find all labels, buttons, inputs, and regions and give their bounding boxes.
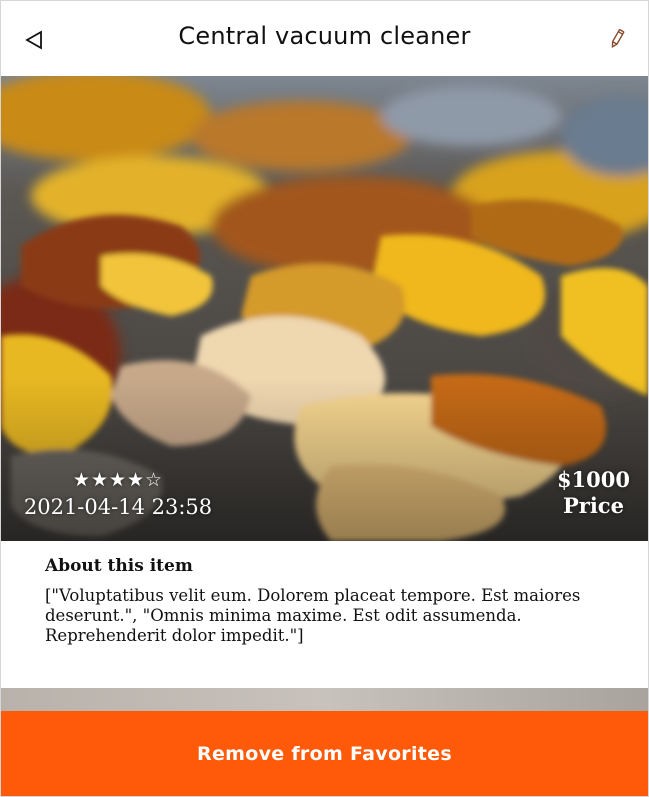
about-heading: About this item [45, 556, 193, 576]
edit-button[interactable] [604, 26, 630, 52]
pencil-icon [611, 29, 625, 49]
price-value: $1000 [556, 467, 630, 492]
item-datetime: 2021-04-14 23:58 [23, 495, 213, 519]
rating-stars: ★★★★☆ [72, 469, 164, 491]
price-label: Price [562, 493, 624, 518]
item-photo: ★★★★☆ 2021-04-14 23:58 $1000 Price [1, 76, 648, 541]
remove-from-favorites-button[interactable]: Remove from Favorites [1, 711, 648, 796]
item-meta: ★★★★☆ 2021-04-14 23:58 [23, 469, 213, 521]
about-section: About this item ["Voluptatibus velit eum… [45, 556, 615, 646]
price-block: $1000 Price [557, 467, 630, 519]
about-description: ["Voluptatibus velit eum. Dolorem placea… [45, 586, 581, 645]
page-title: Central vacuum cleaner [178, 22, 471, 50]
top-bar: Central vacuum cleaner [1, 1, 648, 76]
app-frame: Central vacuum cleaner ★★★★☆ 2021-04-14 … [0, 0, 649, 797]
